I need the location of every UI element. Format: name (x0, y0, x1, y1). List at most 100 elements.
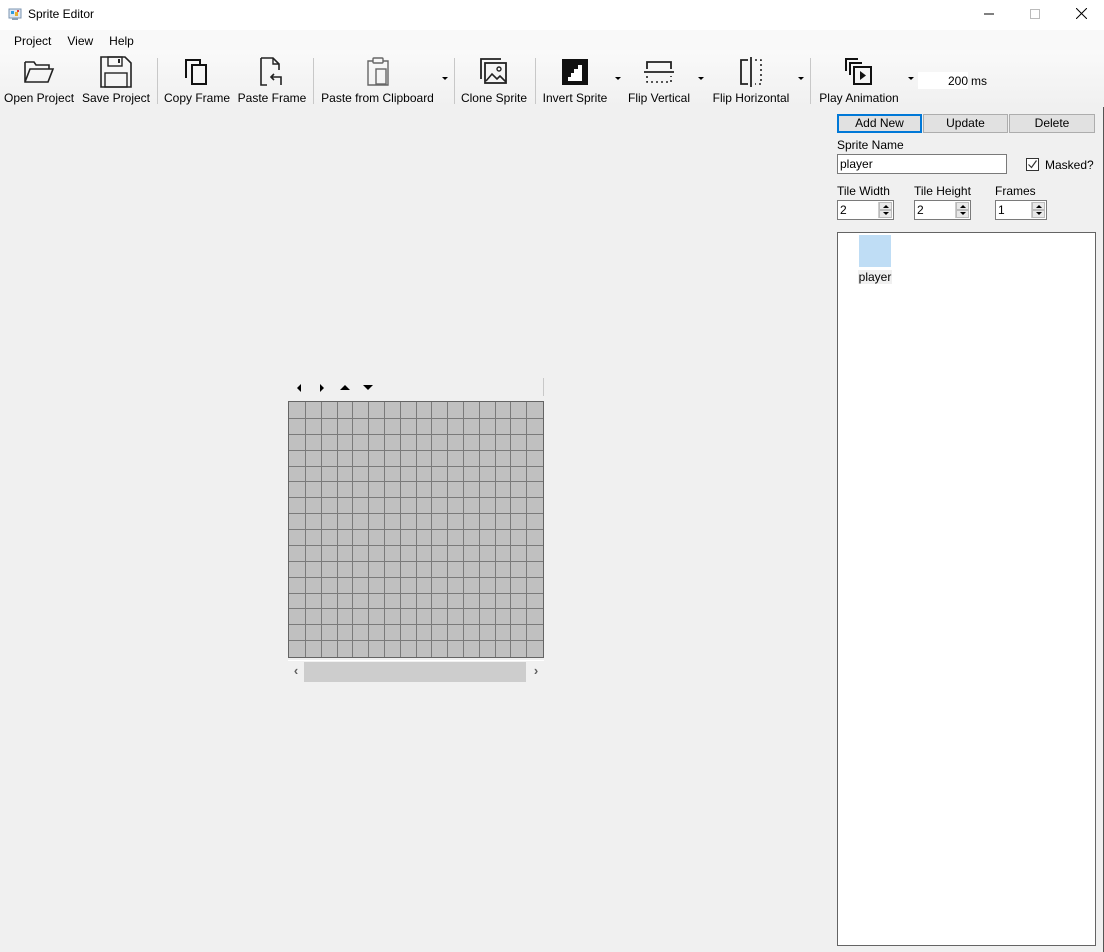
pixel-cell[interactable] (337, 514, 354, 531)
pixel-cell[interactable] (432, 561, 449, 578)
pixel-cell[interactable] (495, 530, 512, 546)
pixel-cell[interactable] (416, 625, 433, 642)
pixel-cell[interactable] (416, 466, 433, 483)
pixel-cell[interactable] (289, 482, 306, 499)
pixel-cell[interactable] (479, 450, 496, 467)
pixel-cell[interactable] (321, 498, 338, 515)
scroll-right-icon[interactable]: › (530, 664, 542, 677)
pixel-cell[interactable] (385, 530, 401, 546)
pixel-cell[interactable] (511, 514, 528, 531)
pixel-cell[interactable] (289, 498, 306, 515)
pixel-cell[interactable] (289, 402, 306, 419)
pixel-cell[interactable] (385, 545, 401, 562)
pixel-cell[interactable] (321, 514, 338, 531)
pixel-cell[interactable] (337, 466, 354, 483)
pixel-cell[interactable] (448, 498, 464, 515)
pixel-cell[interactable] (306, 609, 322, 626)
pixel-cell[interactable] (289, 450, 306, 467)
pixel-cell[interactable] (306, 482, 322, 499)
pixel-cell[interactable] (511, 561, 528, 578)
pixel-cell[interactable] (369, 466, 385, 483)
pixel-cell[interactable] (432, 482, 449, 499)
flip-vertical-button[interactable]: Flip Vertical (626, 55, 692, 107)
pixel-cell[interactable] (369, 450, 385, 467)
pixel-cell[interactable] (511, 545, 528, 562)
paste-frame-button[interactable]: Paste Frame (238, 55, 306, 107)
pixel-cell[interactable] (385, 625, 401, 642)
pixel-cell[interactable] (369, 625, 385, 642)
pixel-cell[interactable] (495, 593, 512, 610)
pixel-cell[interactable] (495, 450, 512, 467)
pixel-cell[interactable] (479, 561, 496, 578)
pixel-cell[interactable] (353, 514, 370, 531)
pixel-cell[interactable] (400, 561, 417, 578)
pixel-cell[interactable] (416, 593, 433, 610)
pixel-cell[interactable] (479, 593, 496, 610)
pixel-cell[interactable] (353, 498, 370, 515)
pixel-cell[interactable] (306, 419, 322, 435)
pixel-cell[interactable] (511, 466, 528, 483)
pixel-cell[interactable] (416, 577, 433, 594)
frames-down-button[interactable] (1032, 210, 1045, 218)
pixel-cell[interactable] (495, 419, 512, 435)
pixel-cell[interactable] (495, 482, 512, 499)
pixel-cell[interactable] (385, 514, 401, 531)
pixel-cell[interactable] (385, 593, 401, 610)
pixel-cell[interactable] (369, 530, 385, 546)
pixel-cell[interactable] (400, 466, 417, 483)
pixel-cell[interactable] (306, 577, 322, 594)
pixel-cell[interactable] (337, 530, 354, 546)
pixel-cell[interactable] (321, 482, 338, 499)
maximize-button[interactable] (1012, 0, 1058, 30)
pixel-cell[interactable] (337, 419, 354, 435)
pixel-cell[interactable] (448, 434, 464, 451)
pixel-cell[interactable] (337, 577, 354, 594)
flip-horizontal-dropdown[interactable] (798, 77, 804, 80)
pixel-cell[interactable] (464, 450, 480, 467)
pixel-cell[interactable] (369, 593, 385, 610)
pixel-cell[interactable] (448, 625, 464, 642)
scrollbar-thumb[interactable] (304, 662, 526, 682)
pixel-cell[interactable] (400, 434, 417, 451)
update-button[interactable]: Update (923, 114, 1008, 133)
pixel-cell[interactable] (385, 498, 401, 515)
pixel-cell[interactable] (527, 577, 543, 594)
frames-stepper[interactable]: 1 (995, 200, 1047, 220)
pixel-cell[interactable] (289, 514, 306, 531)
pixel-cell[interactable] (479, 609, 496, 626)
pixel-cell[interactable] (400, 641, 417, 657)
pixel-cell[interactable] (464, 609, 480, 626)
pixel-cell[interactable] (369, 482, 385, 499)
pixel-cell[interactable] (432, 402, 449, 419)
add-new-button[interactable]: Add New (837, 114, 922, 133)
pixel-cell[interactable] (400, 402, 417, 419)
menu-view[interactable]: View (59, 30, 101, 53)
pixel-cell[interactable] (416, 419, 433, 435)
pixel-cell[interactable] (511, 419, 528, 435)
pixel-cell[interactable] (306, 561, 322, 578)
pixel-cell[interactable] (337, 641, 354, 657)
pixel-cell[interactable] (495, 577, 512, 594)
pixel-cell[interactable] (464, 434, 480, 451)
pixel-cell[interactable] (464, 641, 480, 657)
pixel-cell[interactable] (369, 402, 385, 419)
pixel-cell[interactable] (511, 450, 528, 467)
pixel-cell[interactable] (464, 593, 480, 610)
pixel-cell[interactable] (306, 466, 322, 483)
pixel-cell[interactable] (353, 530, 370, 546)
pixel-cell[interactable] (353, 466, 370, 483)
pixel-cell[interactable] (432, 514, 449, 531)
pixel-cell[interactable] (511, 641, 528, 657)
pixel-cell[interactable] (448, 402, 464, 419)
pixel-cell[interactable] (511, 498, 528, 515)
pixel-cell[interactable] (337, 402, 354, 419)
flip-horizontal-button[interactable]: Flip Horizontal (709, 55, 793, 107)
pixel-cell[interactable] (448, 561, 464, 578)
pixel-cell[interactable] (448, 482, 464, 499)
pixel-cell[interactable] (353, 450, 370, 467)
close-button[interactable] (1058, 0, 1104, 30)
pixel-cell[interactable] (306, 498, 322, 515)
pixel-cell[interactable] (337, 593, 354, 610)
pixel-cell[interactable] (527, 498, 543, 515)
pixel-cell[interactable] (353, 561, 370, 578)
